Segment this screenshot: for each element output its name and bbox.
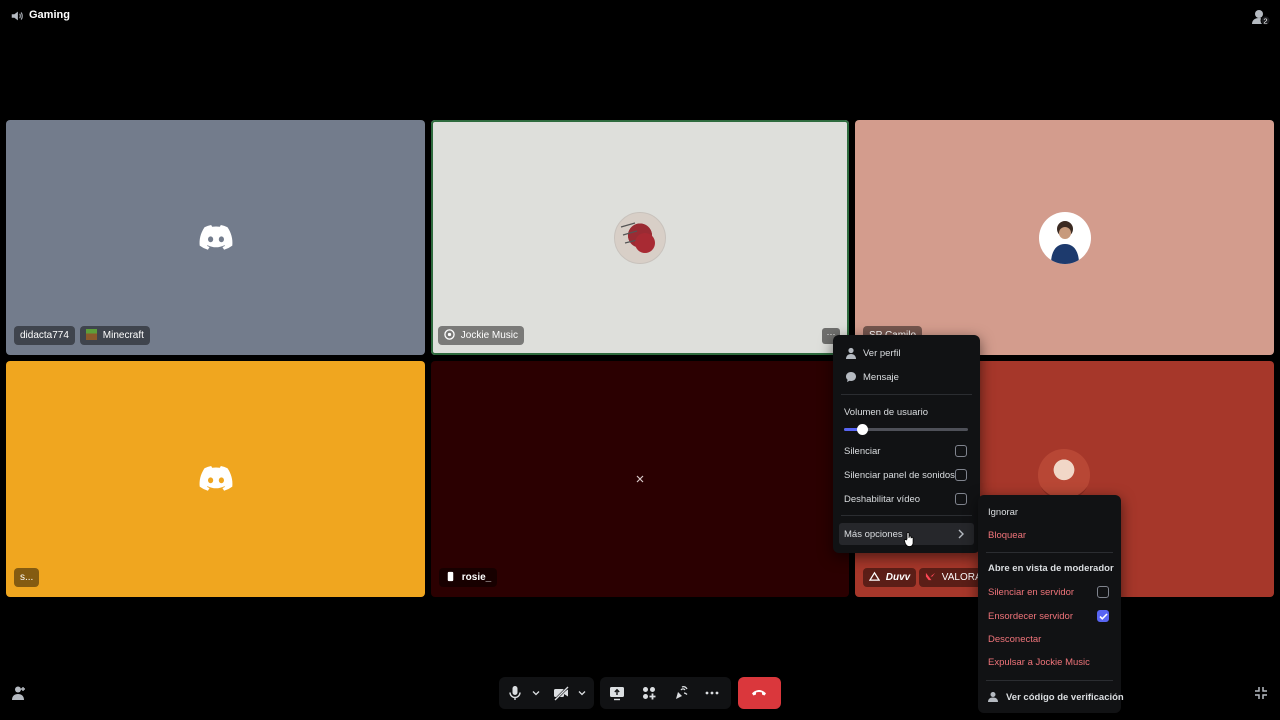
disconnect-call-button[interactable] xyxy=(738,677,781,709)
server-mute-checkbox[interactable] xyxy=(1097,586,1109,598)
check-icon xyxy=(1099,613,1108,620)
participant-name: s... xyxy=(20,572,34,583)
valorant-icon xyxy=(925,572,936,581)
speaker-icon xyxy=(11,11,23,21)
mute-checkbox[interactable] xyxy=(955,445,967,457)
chevron-right-icon xyxy=(958,529,964,539)
audio-video-controls xyxy=(499,677,594,709)
invite-button[interactable] xyxy=(11,685,27,701)
server-mute-item[interactable]: Silenciar en servidor xyxy=(988,587,1074,598)
people-icon: 2 xyxy=(1252,10,1271,26)
user-volume-slider[interactable] xyxy=(844,424,968,435)
participant-tile[interactable]: Jockie Music ··· xyxy=(431,120,849,355)
user-volume-label: Volumen de usuario xyxy=(844,407,928,418)
participant-name: Duvv xyxy=(885,572,911,583)
chevron-down-icon[interactable] xyxy=(532,689,540,697)
block-item[interactable]: Bloquear xyxy=(988,530,1026,541)
camera-off-icon[interactable] xyxy=(553,685,569,701)
hang-up-icon xyxy=(752,690,766,696)
user-icon xyxy=(846,347,856,359)
menu-divider xyxy=(986,680,1113,681)
music-notes-icon xyxy=(620,221,655,253)
channel-members-button[interactable]: 2 xyxy=(1251,8,1271,26)
minecraft-icon xyxy=(86,329,97,340)
message-item[interactable]: Mensaje xyxy=(863,372,899,383)
avatar xyxy=(614,211,666,264)
user-context-menu: Ver perfil Mensaje Volumen de usuario Si… xyxy=(833,335,980,553)
slider-handle[interactable] xyxy=(857,424,868,435)
mute-soundboard-item[interactable]: Silenciar panel de sonidos xyxy=(844,470,955,481)
server-deafen-checkbox[interactable] xyxy=(1097,610,1109,622)
avatar xyxy=(1038,449,1090,501)
bot-icon xyxy=(444,329,455,340)
mute-soundboard-checkbox[interactable] xyxy=(955,469,967,481)
more-options-submenu: Ignorar Bloquear Abre en vista de modera… xyxy=(978,495,1124,713)
participant-name-tag: rosie_ xyxy=(439,568,498,587)
minimize-icon xyxy=(1255,687,1267,699)
participant-tile[interactable]: s... xyxy=(6,361,425,597)
disable-video-checkbox[interactable] xyxy=(955,493,967,505)
menu-divider xyxy=(841,394,972,395)
hand-cursor-icon xyxy=(904,532,914,547)
top-bar: Gaming 2 xyxy=(0,0,1280,32)
add-user-icon xyxy=(12,686,25,700)
activity-controls xyxy=(600,677,731,709)
participant-name-tag: Jockie Music xyxy=(438,326,525,345)
discord-logo-icon xyxy=(199,466,232,491)
participant-name-tag: Duvv xyxy=(863,568,917,587)
disconnect-item[interactable]: Desconectar xyxy=(988,634,1041,645)
ignore-item[interactable]: Ignorar xyxy=(988,507,1018,518)
chevron-down-icon[interactable] xyxy=(578,689,586,697)
screen-share-icon[interactable] xyxy=(609,685,625,701)
participant-tile[interactable]: rosie_ xyxy=(431,361,849,597)
streaming-icon xyxy=(869,571,880,581)
avatar xyxy=(636,475,644,483)
kick-item[interactable]: Expulsar a Jockie Music xyxy=(988,657,1090,668)
moderator-view-item[interactable]: Abre en vista de moderador xyxy=(988,563,1114,574)
more-options-label: Más opciones xyxy=(844,529,903,540)
discord-logo-icon xyxy=(199,224,232,250)
disable-video-item[interactable]: Deshabilitar vídeo xyxy=(844,494,920,505)
menu-divider xyxy=(986,552,1113,553)
mobile-phone-icon xyxy=(447,571,454,582)
participant-tile[interactable]: SP Camilo xyxy=(855,120,1274,355)
menu-divider xyxy=(841,515,972,516)
server-deafen-item[interactable]: Ensordecer servidor xyxy=(988,611,1073,622)
mute-item[interactable]: Silenciar xyxy=(844,446,880,457)
participant-name: rosie_ xyxy=(461,572,492,583)
activity-name: Minecraft xyxy=(102,330,144,341)
people-count: 2 xyxy=(1263,16,1267,25)
microphone-icon[interactable] xyxy=(507,685,523,701)
soundboard-icon[interactable] xyxy=(673,685,689,701)
more-options-icon[interactable] xyxy=(704,685,720,701)
channel-title: Gaming xyxy=(29,9,70,21)
verification-code-item[interactable]: Ver código de verificación xyxy=(1006,692,1124,703)
exit-fullscreen-button[interactable] xyxy=(1254,686,1268,700)
participant-name: Jockie Music xyxy=(460,330,519,341)
avatar xyxy=(1038,211,1091,264)
view-profile-item[interactable]: Ver perfil xyxy=(863,348,901,359)
participant-tile[interactable]: didacta774 Minecraft xyxy=(6,120,425,355)
participant-name-tag: didacta774 xyxy=(14,326,75,345)
chat-bubble-icon xyxy=(846,372,856,382)
user-shield-icon xyxy=(988,692,998,702)
participant-name-tag: s... xyxy=(14,568,40,587)
activity-tag: Minecraft xyxy=(80,326,150,345)
activities-icon[interactable] xyxy=(641,685,657,701)
participant-name: didacta774 xyxy=(20,330,69,341)
